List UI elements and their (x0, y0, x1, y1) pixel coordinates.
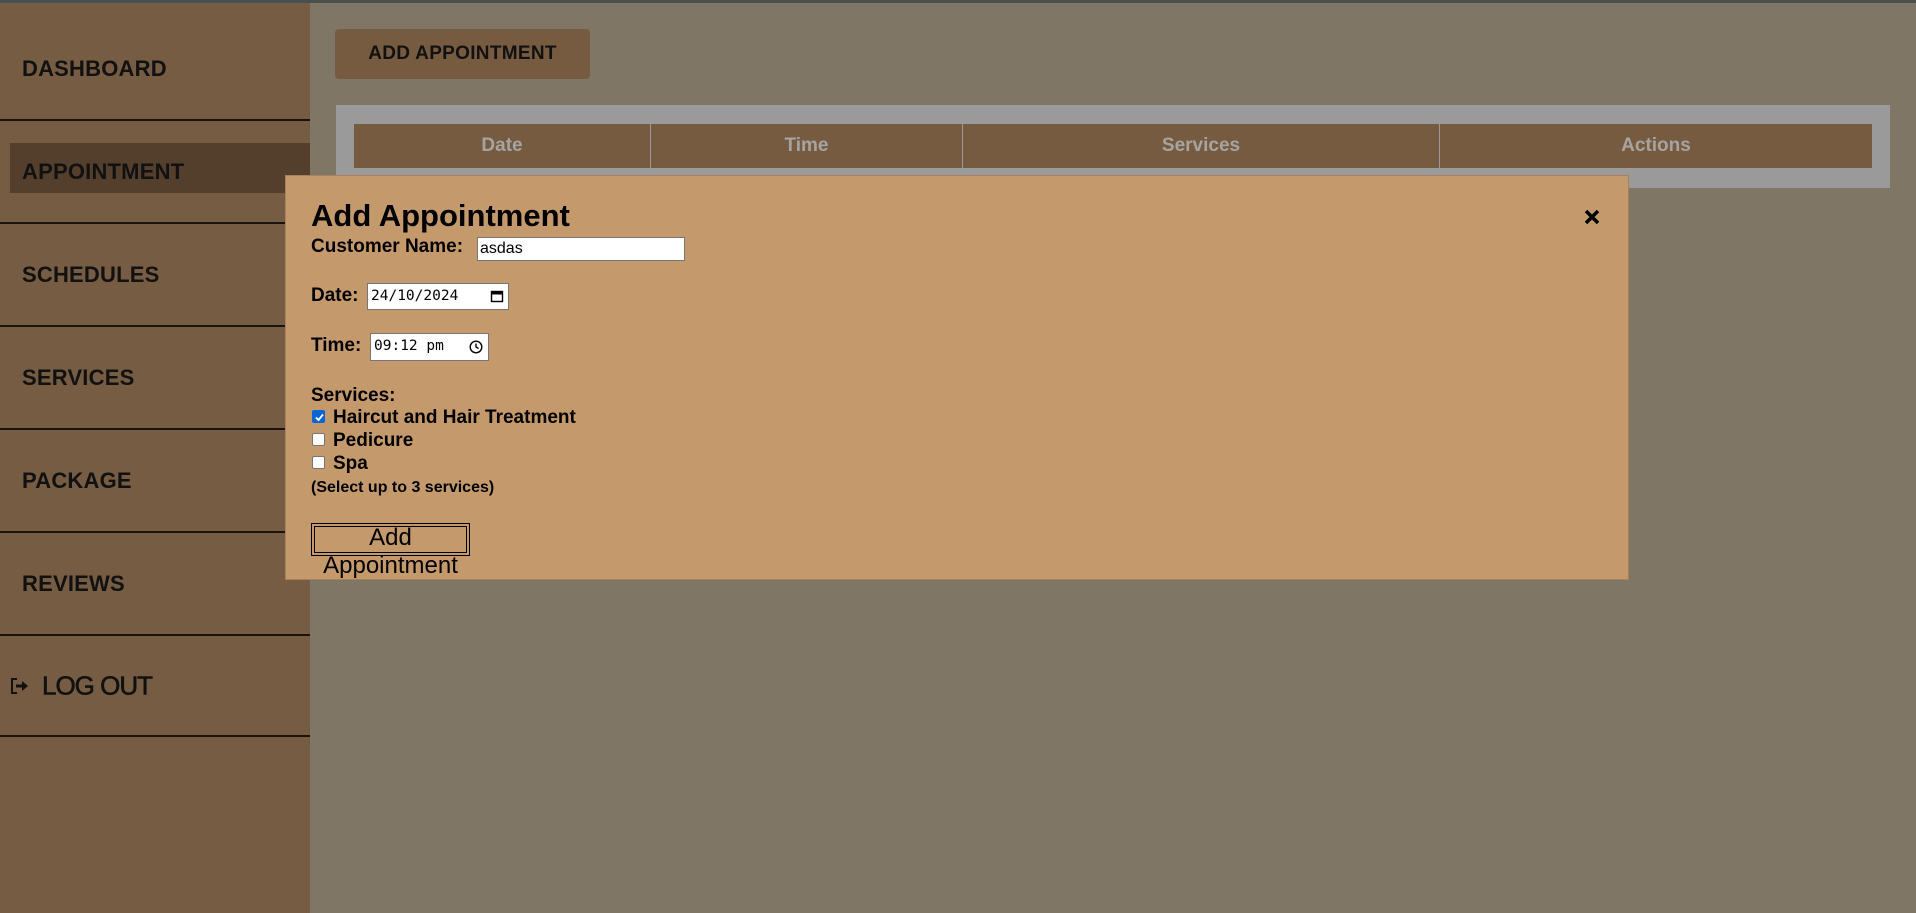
service-checkbox-pedicure[interactable] (312, 433, 325, 446)
sidebar-item-appointment[interactable]: APPOINTMENT (0, 121, 310, 224)
date-input[interactable]: 24/10/2024 (367, 283, 509, 310)
sidebar-item-label: REVIEWS (22, 570, 125, 596)
column-header-services: Services (962, 124, 1440, 168)
add-appointment-button[interactable]: ADD APPOINTMENT (335, 29, 590, 79)
sidebar-item-label: SCHEDULES (22, 261, 160, 287)
checkmark-icon (315, 413, 324, 422)
sidebar-item-label: DASHBOARD (22, 55, 167, 81)
sidebar-item-label: SERVICES (22, 364, 135, 390)
logout-icon (11, 677, 28, 694)
sidebar-item-label: PACKAGE (22, 467, 132, 493)
customer-name-label: Customer Name: (311, 236, 464, 257)
sidebar-item-dashboard[interactable]: DASHBOARD (0, 18, 310, 121)
submit-appointment-button[interactable]: Add Appointment (311, 523, 470, 579)
sidebar-item-reviews[interactable]: REVIEWS (0, 533, 310, 636)
services-label: Services: (311, 385, 396, 406)
appointments-table: Date Time Services Actions (354, 124, 1872, 168)
clock-icon[interactable] (469, 340, 483, 354)
add-appointment-modal: Add Appointment Customer Name: asdas Dat… (285, 175, 1629, 580)
sidebar-item-services[interactable]: SERVICES (0, 327, 310, 430)
customer-name-input[interactable]: asdas (477, 237, 685, 261)
service-label-haircut: Haircut and Hair Treatment (333, 407, 576, 428)
date-value: 24/10/2024 (371, 288, 459, 304)
service-checkbox-haircut[interactable] (312, 410, 325, 423)
sidebar-item-logout[interactable]: LOG OUT (0, 636, 310, 737)
sidebar-item-label: APPOINTMENT (22, 158, 185, 184)
sidebar: DASHBOARD APPOINTMENT SCHEDULES SERVICES… (0, 3, 310, 913)
service-label-spa: Spa (333, 453, 368, 474)
services-hint: (Select up to 3 services) (311, 479, 495, 496)
modal-title: Add Appointment (311, 198, 570, 233)
time-input[interactable]: 09:12 pm (370, 333, 489, 361)
sidebar-item-package[interactable]: PACKAGE (0, 430, 310, 533)
time-label: Time: (311, 335, 362, 356)
column-header-actions: Actions (1439, 124, 1872, 168)
sidebar-item-label: LOG OUT (42, 670, 154, 701)
table-header-row: Date Time Services Actions (354, 124, 1872, 168)
column-header-date: Date (354, 124, 651, 168)
close-icon[interactable] (1582, 207, 1602, 227)
service-label-pedicure: Pedicure (333, 430, 414, 451)
column-header-time: Time (650, 124, 963, 168)
time-value: 09:12 pm (374, 338, 444, 354)
service-checkbox-spa[interactable] (312, 456, 325, 469)
calendar-icon[interactable] (490, 289, 504, 303)
sidebar-item-schedules[interactable]: SCHEDULES (0, 224, 310, 327)
date-label: Date: (311, 285, 359, 306)
